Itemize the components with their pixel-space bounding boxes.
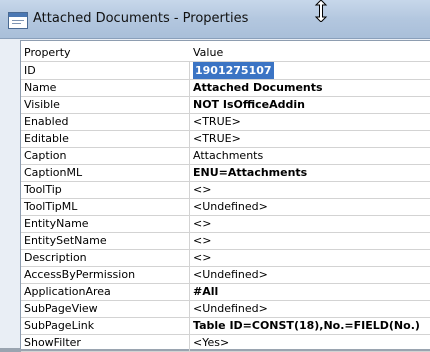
window-title: Attached Documents - Properties — [33, 11, 249, 26]
property-name: AccessByPermission — [24, 268, 136, 281]
column-divider — [189, 300, 190, 317]
property-name: SubPageView — [24, 302, 98, 315]
property-name: Name — [24, 81, 57, 94]
column-divider — [189, 79, 190, 96]
property-name: ApplicationArea — [24, 285, 111, 298]
property-column-header: Property — [24, 46, 71, 59]
property-row[interactable]: SubPageLink Table ID=CONST(18),No.=FIELD(… — [21, 317, 430, 335]
property-value[interactable]: <Undefined> — [193, 198, 268, 215]
property-value[interactable]: <> — [193, 181, 211, 198]
column-divider — [189, 62, 190, 79]
property-row[interactable]: Description <> — [21, 249, 430, 267]
properties-panel: Property Value ID 1901275107 Name Attached … — [20, 40, 430, 352]
grid-header: Property Value — [21, 44, 430, 62]
property-value[interactable]: <> — [193, 215, 211, 232]
column-divider — [189, 113, 190, 130]
property-row[interactable]: ToolTipML <Undefined> — [21, 198, 430, 216]
property-row[interactable]: EntityName <> — [21, 215, 430, 233]
window-icon — [8, 12, 28, 29]
property-name: ToolTip — [24, 183, 62, 196]
property-value[interactable]: <> — [193, 249, 211, 266]
property-row[interactable]: AccessByPermission <Undefined> — [21, 266, 430, 284]
column-divider — [189, 249, 190, 266]
property-value[interactable]: Attachments — [193, 147, 263, 164]
column-divider — [189, 266, 190, 283]
column-divider — [189, 130, 190, 147]
property-name: ToolTipML — [24, 200, 78, 213]
property-value[interactable]: <Undefined> — [193, 300, 268, 317]
property-name: EntityName — [24, 217, 89, 230]
property-row[interactable]: Name Attached Documents — [21, 79, 430, 97]
property-value[interactable]: Table ID=CONST(18),No.=FIELD(No.) — [193, 317, 420, 334]
property-row[interactable]: ShowFilter <Yes> — [21, 334, 430, 352]
property-value[interactable]: 1901275107 — [193, 62, 274, 79]
property-name: SubPageLink — [24, 319, 95, 332]
column-divider — [189, 96, 190, 113]
property-row[interactable]: EntitySetName <> — [21, 232, 430, 250]
property-row[interactable]: ID 1901275107 — [21, 62, 430, 80]
property-value[interactable]: ENU=Attachments — [193, 164, 307, 181]
property-value[interactable]: NOT IsOfficeAddin — [193, 96, 305, 113]
column-divider — [189, 164, 190, 181]
property-name: ID — [24, 64, 36, 77]
column-divider — [189, 317, 190, 334]
property-value[interactable]: <TRUE> — [193, 130, 241, 147]
property-value[interactable]: Attached Documents — [193, 79, 323, 96]
column-divider — [189, 215, 190, 232]
property-name: ShowFilter — [24, 336, 81, 349]
property-name: CaptionML — [24, 166, 83, 179]
property-value[interactable]: <TRUE> — [193, 113, 241, 130]
property-value[interactable]: #All — [193, 283, 218, 300]
property-value[interactable]: <Undefined> — [193, 266, 268, 283]
property-row[interactable]: SubPageView <Undefined> — [21, 300, 430, 318]
column-divider — [189, 334, 190, 351]
property-name: Editable — [24, 132, 69, 145]
resize-cursor-icon — [314, 0, 328, 22]
property-name: Enabled — [24, 115, 69, 128]
property-row[interactable]: CaptionML ENU=Attachments — [21, 164, 430, 182]
column-divider — [189, 181, 190, 198]
property-name: Description — [24, 251, 87, 264]
column-divider — [189, 147, 190, 164]
property-name: Caption — [24, 149, 67, 162]
column-divider — [189, 232, 190, 249]
properties-window: Attached Documents - Properties Property… — [0, 0, 430, 352]
property-value[interactable]: <> — [193, 232, 211, 249]
title-bar[interactable]: Attached Documents - Properties — [0, 0, 430, 39]
property-row[interactable]: ApplicationArea #All — [21, 283, 430, 301]
value-column-header: Value — [193, 46, 224, 59]
property-name: Visible — [24, 98, 60, 111]
property-value[interactable]: <Yes> — [193, 334, 229, 351]
column-divider — [189, 198, 190, 215]
column-divider — [189, 283, 190, 300]
property-row[interactable]: Editable <TRUE> — [21, 130, 430, 148]
property-name: EntitySetName — [24, 234, 107, 247]
property-row[interactable]: ToolTip <> — [21, 181, 430, 199]
property-row[interactable]: Caption Attachments — [21, 147, 430, 165]
property-row[interactable]: Visible NOT IsOfficeAddin — [21, 96, 430, 114]
property-row[interactable]: Enabled <TRUE> — [21, 113, 430, 131]
